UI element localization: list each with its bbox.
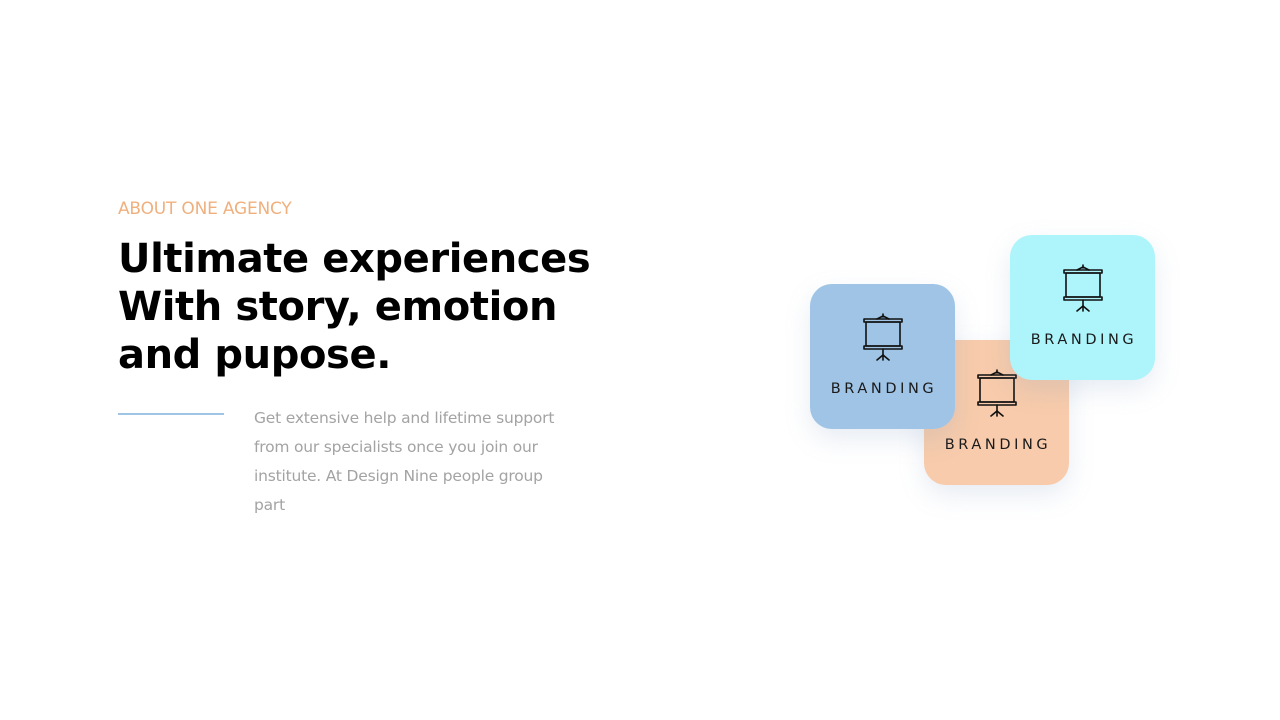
headline-line-3: and pupose.	[118, 332, 391, 378]
branding-card-blue[interactable]: BRANDING	[810, 284, 955, 429]
projector-screen-icon	[861, 312, 905, 362]
body-line-2: from our specialists once you join our	[254, 438, 538, 456]
section-eyebrow: ABOUT ONE AGENCY	[118, 199, 292, 219]
card-label: BRANDING	[830, 381, 938, 397]
divider-line	[118, 413, 224, 415]
body-paragraph: Get extensive help and lifetime support …	[254, 404, 594, 520]
projector-screen-icon	[1061, 263, 1105, 313]
body-line-4: part	[254, 496, 285, 514]
branding-card-cyan[interactable]: BRANDING	[1010, 235, 1155, 380]
about-slide: ABOUT ONE AGENCY Ultimate experiences Wi…	[0, 0, 1280, 720]
projector-screen-icon	[975, 368, 1019, 418]
card-label: BRANDING	[944, 437, 1052, 453]
card-label: BRANDING	[1030, 332, 1138, 348]
headline-line-2: With story, emotion	[118, 284, 558, 330]
headline-line-1: Ultimate experiences	[118, 236, 591, 282]
body-line-3: institute. At Design Nine people group	[254, 467, 543, 485]
headline: Ultimate experiences With story, emotion…	[118, 235, 638, 379]
body-line-1: Get extensive help and lifetime support	[254, 409, 555, 427]
